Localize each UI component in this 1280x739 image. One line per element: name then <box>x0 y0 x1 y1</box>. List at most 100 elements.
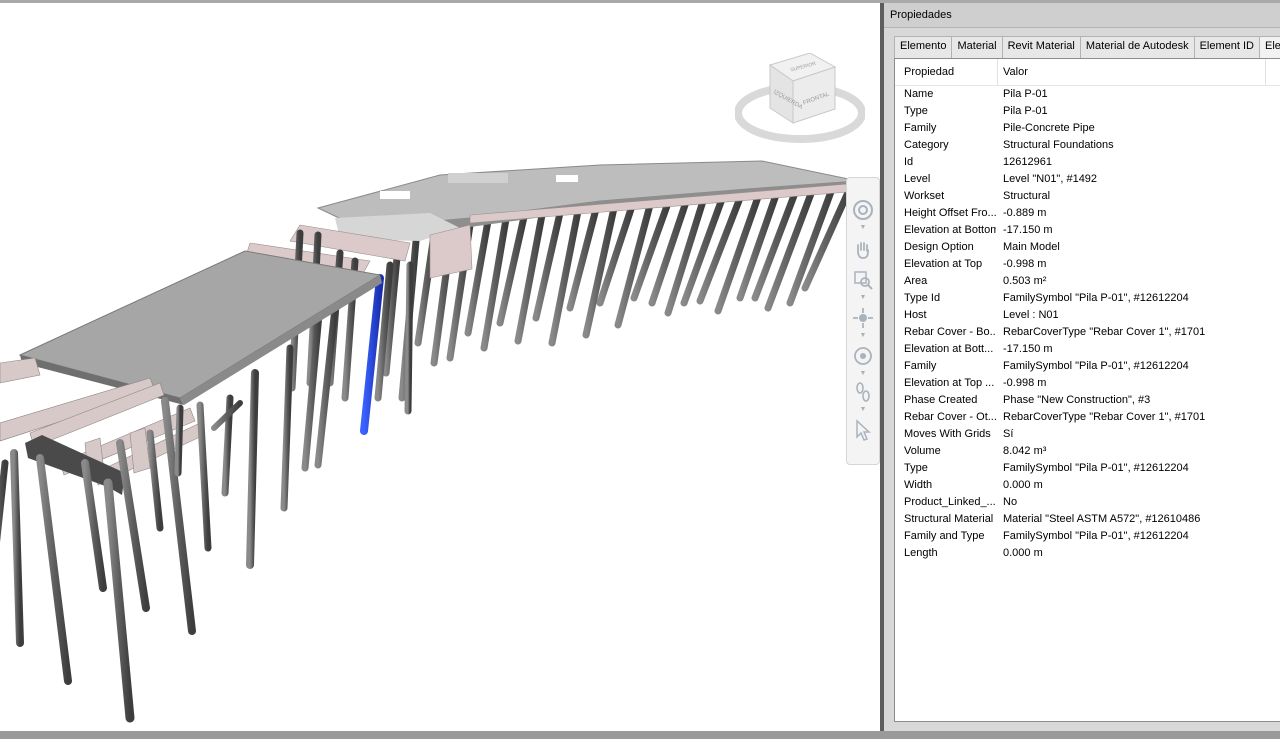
property-row[interactable]: Rebar Cover - Bo... RebarCoverType "Rebar… <box>895 324 1280 341</box>
property-value: -0.998 m <box>1003 258 1047 270</box>
property-value: FamilySymbol "Pila P-01", #12612204 <box>1003 462 1189 474</box>
property-name: Product_Linked_... <box>904 496 996 508</box>
property-value: -17.150 m <box>1003 343 1053 355</box>
column-divider[interactable] <box>997 59 998 85</box>
property-row[interactable]: Type Pila P-01 <box>895 103 1280 120</box>
properties-panel: Propiedades Elemento Material Revit Mate… <box>884 3 1280 731</box>
steering-wheel-icon[interactable] <box>851 198 875 222</box>
property-value: Phase "New Construction", #3 <box>1003 394 1151 406</box>
orbit-icon[interactable] <box>851 306 875 330</box>
property-name: Host <box>904 309 927 321</box>
property-value: Pile-Concrete Pipe <box>1003 122 1095 134</box>
property-row[interactable]: Width 0.000 m <box>895 477 1280 494</box>
property-name: Name <box>904 88 934 100</box>
property-value: Main Model <box>1003 241 1060 253</box>
property-name: Elevation at Top <box>904 258 983 270</box>
property-name: Type <box>904 462 928 474</box>
property-value: Pila P-01 <box>1003 105 1048 117</box>
center-icon[interactable] <box>851 344 875 368</box>
property-name: Type Id <box>904 292 941 304</box>
grid-header: Propiedad Valor <box>895 59 1280 86</box>
property-value: -0.889 m <box>1003 207 1047 219</box>
tab-revit-material[interactable]: Revit Material <box>1001 36 1081 58</box>
property-row[interactable]: Workset Structural <box>895 188 1280 205</box>
property-row[interactable]: Id 12612961 <box>895 154 1280 171</box>
property-name: Family <box>904 122 937 134</box>
property-row[interactable]: Volume 8.042 m³ <box>895 443 1280 460</box>
walk-dropdown-icon[interactable]: ▼ <box>859 406 867 413</box>
property-row[interactable]: Rebar Cover - Ot... RebarCoverType "Rebar… <box>895 409 1280 426</box>
property-value: FamilySymbol "Pila P-01", #12612204 <box>1003 530 1189 542</box>
property-row[interactable]: Elevation at Bott... -17.150 m <box>895 341 1280 358</box>
property-row[interactable]: Product_Linked_... No <box>895 494 1280 511</box>
property-row[interactable]: Structural Material Material "Steel ASTM … <box>895 511 1280 528</box>
property-name: Rebar Cover - Bo... <box>904 326 996 338</box>
property-row[interactable]: Phase Created Phase "New Construction", #… <box>895 392 1280 409</box>
tab-element-cut[interactable]: Elem <box>1259 36 1280 58</box>
selected-pile[interactable] <box>360 274 384 435</box>
property-row[interactable]: Elevation at Top ... -0.998 m <box>895 375 1280 392</box>
pan-hand-icon[interactable] <box>851 238 875 262</box>
tab-material-de-autodesk[interactable]: Material de Autodesk <box>1079 36 1195 58</box>
front-piles <box>0 344 294 723</box>
property-name: Type <box>904 105 928 117</box>
property-row[interactable]: Elevation at Top -0.998 m <box>895 256 1280 273</box>
property-value: 12612961 <box>1003 156 1052 168</box>
property-name: Phase Created <box>904 394 978 406</box>
navigation-bar: ▼ ▼ ▼ ▼ ▼ <box>846 177 880 465</box>
property-row[interactable]: Type FamilySymbol "Pila P-01", #12612204 <box>895 460 1280 477</box>
property-row[interactable]: Length 0.000 m <box>895 545 1280 562</box>
column-header-property[interactable]: Propiedad <box>904 66 954 78</box>
property-name: Structural Material <box>904 513 994 525</box>
property-value: RebarCoverType "Rebar Cover 1", #1701 <box>1003 411 1206 423</box>
property-name: Design Option <box>904 241 974 253</box>
property-name: Elevation at Bottom <box>904 224 996 236</box>
property-value: 0.000 m <box>1003 547 1043 559</box>
viewcube[interactable]: IZQUIERDA FRONTAL SUPERIOR <box>734 52 866 148</box>
orbit-dropdown-icon[interactable]: ▼ <box>859 332 867 339</box>
walk-icon[interactable] <box>851 380 875 404</box>
property-name: Id <box>904 156 914 168</box>
property-value: Pila P-01 <box>1003 88 1048 100</box>
property-row[interactable]: Height Offset Fro... -0.889 m <box>895 205 1280 222</box>
property-row[interactable]: Family Pile-Concrete Pipe <box>895 120 1280 137</box>
property-value: -17.150 m <box>1003 224 1053 236</box>
property-name: Area <box>904 275 928 287</box>
property-row[interactable]: Name Pila P-01 <box>895 86 1280 103</box>
select-arrow-icon[interactable] <box>851 418 875 442</box>
property-value: RebarCoverType "Rebar Cover 1", #1701 <box>1003 326 1206 338</box>
property-value: Structural Foundations <box>1003 139 1114 151</box>
property-row[interactable]: Elevation at Bottom -17.150 m <box>895 222 1280 239</box>
property-row[interactable]: Family and Type FamilySymbol "Pila P-01",… <box>895 528 1280 545</box>
property-row[interactable]: Host Level : N01 <box>895 307 1280 324</box>
property-value: Level : N01 <box>1003 309 1059 321</box>
tab-material[interactable]: Material <box>951 36 1003 58</box>
property-row[interactable]: Level Level "N01", #1492 <box>895 171 1280 188</box>
panel-title-bar: Propiedades <box>884 3 1280 28</box>
column-divider-end <box>1265 59 1266 85</box>
tab-elemento[interactable]: Elemento <box>894 36 953 58</box>
property-row[interactable]: Moves With Grids Sí <box>895 426 1280 443</box>
property-name: Family and Type <box>904 530 985 542</box>
column-header-value[interactable]: Valor <box>1003 66 1028 78</box>
property-name: Rebar Cover - Ot... <box>904 411 996 423</box>
property-row[interactable]: Design Option Main Model <box>895 239 1280 256</box>
property-value: Material "Steel ASTM A572", #12610486 <box>1003 513 1201 525</box>
property-name: Level <box>904 173 931 185</box>
property-name: Family <box>904 360 937 372</box>
3d-viewport[interactable]: IZQUIERDA FRONTAL SUPERIOR ▼ ▼ ▼ ▼ ▼ <box>0 3 880 731</box>
property-name: Workset <box>904 190 945 202</box>
property-row[interactable]: Family FamilySymbol "Pila P-01", #1261220… <box>895 358 1280 375</box>
tab-element-id[interactable]: Element ID <box>1193 36 1261 58</box>
center-dropdown-icon[interactable]: ▼ <box>859 370 867 377</box>
property-value: -0.998 m <box>1003 377 1047 389</box>
property-value: Structural <box>1003 190 1051 202</box>
zoom-dropdown-icon[interactable]: ▼ <box>859 294 867 301</box>
property-value: Sí <box>1003 428 1014 440</box>
wheel-dropdown-icon[interactable]: ▼ <box>859 224 867 231</box>
property-row[interactable]: Type Id FamilySymbol "Pila P-01", #126122… <box>895 290 1280 307</box>
property-row[interactable]: Area 0.503 m² <box>895 273 1280 290</box>
zoom-icon[interactable] <box>851 268 875 292</box>
property-name: Length <box>904 547 938 559</box>
property-row[interactable]: Category Structural Foundations <box>895 137 1280 154</box>
